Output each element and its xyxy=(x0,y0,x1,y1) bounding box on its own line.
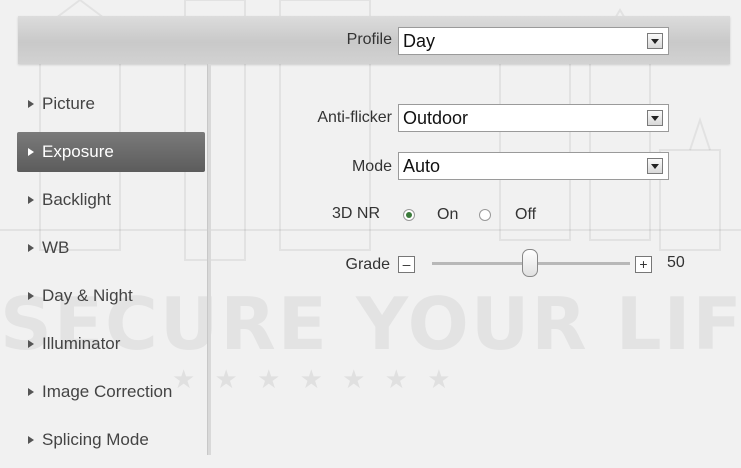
grade-increase-button[interactable]: + xyxy=(635,256,652,273)
chevron-down-icon[interactable] xyxy=(647,158,663,174)
sidebar-item-label: Picture xyxy=(42,94,95,113)
sidebar-item-illuminator[interactable]: Illuminator xyxy=(17,324,205,364)
chevron-down-icon[interactable] xyxy=(647,33,663,49)
anti-flicker-label: Anti-flicker xyxy=(317,109,392,126)
sidebar-item-image-correction[interactable]: Image Correction xyxy=(17,372,205,412)
sidebar-item-day-night[interactable]: Day & Night xyxy=(17,276,205,316)
3d-nr-label: 3D NR xyxy=(331,205,380,222)
caret-right-icon xyxy=(28,387,34,396)
caret-right-icon xyxy=(28,243,34,252)
caret-right-icon xyxy=(28,435,34,444)
caret-right-icon xyxy=(28,99,34,108)
caret-right-icon xyxy=(28,195,34,204)
sidebar-item-label: WB xyxy=(42,238,70,257)
anti-flicker-select-value: Outdoor xyxy=(403,108,469,128)
sidebar-item-backlight[interactable]: Backlight xyxy=(17,180,205,220)
3d-nr-off-radio[interactable] xyxy=(479,209,491,221)
caret-right-icon xyxy=(28,291,34,300)
profile-select-value: Day xyxy=(403,31,436,51)
mode-label: Mode xyxy=(351,158,392,175)
sidebar-item-wb[interactable]: WB xyxy=(17,228,205,268)
profile-label: Profile xyxy=(346,31,392,48)
3d-nr-on-radio[interactable] xyxy=(403,209,415,221)
3d-nr-on-label[interactable]: On xyxy=(437,206,458,224)
mode-select-value: Auto xyxy=(403,156,441,176)
grade-label: Grade xyxy=(345,256,390,273)
grade-decrease-button[interactable]: – xyxy=(398,256,415,273)
3d-nr-off-label[interactable]: Off xyxy=(515,206,536,224)
sidebar-item-label: Day & Night xyxy=(42,286,133,305)
caret-right-icon xyxy=(28,339,34,348)
sidebar: Picture Exposure Backlight WB Day & Nigh… xyxy=(0,84,207,468)
sidebar-divider xyxy=(207,64,211,455)
watermark-stars: ★ ★ ★ ★ ★ ★ ★ xyxy=(172,364,457,394)
chevron-down-icon[interactable] xyxy=(647,110,663,126)
sidebar-item-label: Exposure xyxy=(42,142,114,161)
caret-right-icon xyxy=(28,147,34,156)
profile-select[interactable]: Day xyxy=(398,27,669,55)
sidebar-item-label: Backlight xyxy=(42,190,111,209)
mode-select[interactable]: Auto xyxy=(398,152,669,180)
anti-flicker-select[interactable]: Outdoor xyxy=(398,104,669,132)
sidebar-item-splicing-mode[interactable]: Splicing Mode xyxy=(17,420,205,460)
sidebar-item-label: Illuminator xyxy=(42,334,121,353)
grade-value: 50 xyxy=(667,254,685,271)
grade-slider-thumb[interactable] xyxy=(522,249,538,277)
sidebar-item-label: Image Correction xyxy=(42,382,173,401)
sidebar-item-exposure[interactable]: Exposure xyxy=(17,132,205,172)
sidebar-item-picture[interactable]: Picture xyxy=(17,84,205,124)
sidebar-item-label: Splicing Mode xyxy=(42,430,149,449)
